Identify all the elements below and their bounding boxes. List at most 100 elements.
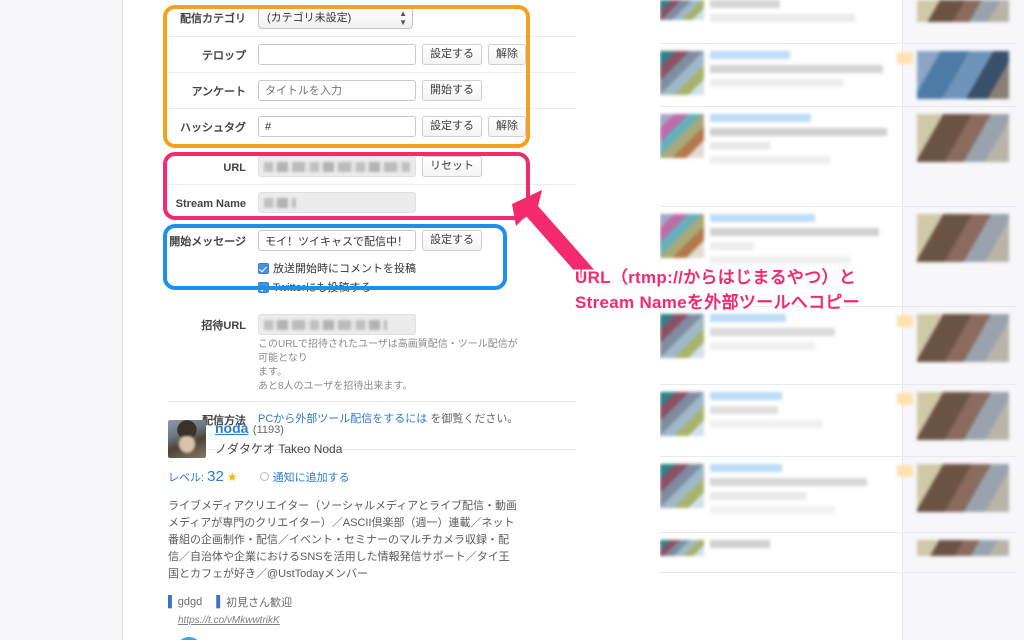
feed-avatar <box>660 0 704 20</box>
rtmp-url-value[interactable] <box>258 156 416 177</box>
feed-avatar <box>660 214 704 258</box>
profile-name-line: noda (1193) <box>215 420 342 438</box>
row-hashtag: ハッシュタグ 設定する 解除 <box>168 108 576 144</box>
profile-short-url[interactable]: https://t.co/vMkwwtrikK <box>178 615 280 626</box>
blurred-text <box>710 156 831 164</box>
feed-thumbnail <box>917 464 1009 512</box>
feed-thumbnail <box>917 114 1009 162</box>
blurred-text <box>710 342 815 350</box>
list-item[interactable] <box>660 307 1017 385</box>
feed-avatar <box>660 540 704 556</box>
hashtag-clear-button[interactable]: 解除 <box>488 116 526 137</box>
feed-badge <box>897 52 913 64</box>
list-item[interactable] <box>660 107 1017 207</box>
feed-thumbnail <box>917 214 1009 262</box>
add-notification-button[interactable]: 通知に追加する <box>259 469 350 485</box>
level-value: 32 <box>207 468 224 485</box>
profile-bio: ライブメディアクリエイター（ソーシャルメディアとライブ配信・動画メディアが専門の… <box>168 500 518 580</box>
avatar[interactable] <box>168 420 206 458</box>
invite-help-line1: このURLで招待されたユーザは高画質配信・ツール配信が可能となり <box>258 339 518 364</box>
recommendation-feed <box>660 0 1017 640</box>
feed-avatar <box>660 314 704 358</box>
checkbox-icon[interactable] <box>258 281 269 293</box>
row-invite-url: 招待URL このURLで招待されたユーザは高画質配信・ツール配信が可能となり ま… <box>168 302 576 401</box>
star-icon: ★ <box>226 470 238 484</box>
profile-tag[interactable]: ▌ 初見さん歓迎 <box>216 594 292 610</box>
profile-tag[interactable]: ▌ gdgd <box>168 596 202 608</box>
label-stream-name: Stream Name <box>175 198 246 210</box>
telop-clear-button[interactable]: 解除 <box>488 44 526 65</box>
label-survey: アンケート <box>191 86 246 98</box>
label-start-message: 開始メッセージ <box>169 236 246 248</box>
blurred-text <box>264 162 410 172</box>
feed-badge <box>897 315 913 327</box>
blurred-text <box>264 320 387 330</box>
plus-circle-icon <box>259 472 269 481</box>
label-hashtag: ハッシュタグ <box>180 122 246 134</box>
blurred-text <box>710 392 783 400</box>
profile-tag-list: ▌ gdgd ▌ 初見さん歓迎 <box>168 594 548 610</box>
telop-set-button[interactable]: 設定する <box>422 44 482 65</box>
feed-avatar <box>660 51 704 95</box>
blurred-text <box>710 142 771 150</box>
flag-icon: ▌ <box>168 596 176 608</box>
feed-thumbnail <box>917 314 1009 362</box>
blurred-text <box>710 214 815 222</box>
url-reset-button[interactable]: リセット <box>422 156 482 177</box>
chevron-updown-icon: ▲ ▼ <box>399 9 407 27</box>
blurred-text <box>710 492 807 500</box>
invite-help-line3: あと8人のユーザを招待出来ます。 <box>258 381 413 392</box>
label-url: URL <box>223 162 246 174</box>
add-notification-label: 通知に追加する <box>272 471 350 484</box>
blurred-text <box>710 128 887 136</box>
page-root: 配信カテゴリ (カテゴリ未設定) ▲ ▼ テロップ 設定する 解除 アンケート … <box>0 0 1024 640</box>
survey-title-input[interactable] <box>258 80 416 101</box>
blurred-text <box>710 328 835 336</box>
blurred-text <box>710 79 843 87</box>
checkbox-post-twitter-label: Twitterにも投稿する <box>273 282 372 294</box>
blurred-text <box>710 506 835 514</box>
profile-user-count: (1193) <box>252 424 284 436</box>
start-message-set-button[interactable]: 設定する <box>422 230 482 251</box>
list-item[interactable] <box>660 385 1017 457</box>
label-invite-url: 招待URL <box>201 320 246 332</box>
hashtag-input[interactable] <box>258 116 416 137</box>
start-message-input[interactable] <box>258 230 416 251</box>
row-category: 配信カテゴリ (カテゴリ未設定) ▲ ▼ <box>168 0 576 36</box>
blurred-text <box>710 114 811 122</box>
feed-thumbnail <box>917 51 1009 99</box>
profile-username[interactable]: noda <box>215 420 248 436</box>
feed-thumbnail <box>917 392 1009 440</box>
category-select[interactable]: (カテゴリ未設定) ▲ ▼ <box>258 7 413 29</box>
profile-tag-label: gdgd <box>177 596 203 608</box>
feed-avatar <box>660 392 704 436</box>
blurred-text <box>710 14 855 22</box>
category-select-value: (カテゴリ未設定) <box>267 12 352 24</box>
feed-thumbnail <box>917 540 1009 556</box>
profile-display-name: ノダタケオ Takeo Noda <box>215 442 343 456</box>
list-item[interactable] <box>660 44 1017 107</box>
list-item[interactable] <box>660 533 1017 573</box>
feed-badge <box>897 465 913 477</box>
stream-name-value[interactable] <box>258 192 416 213</box>
survey-start-button[interactable]: 開始する <box>422 80 482 101</box>
list-item[interactable] <box>660 0 1017 44</box>
list-item[interactable] <box>660 457 1017 533</box>
telop-input[interactable] <box>258 44 416 65</box>
blurred-text <box>710 256 851 264</box>
checkbox-icon[interactable] <box>258 262 269 274</box>
user-profile-block: noda (1193) ノダタケオ Takeo Noda レベル: 32 ★ 通… <box>168 420 548 640</box>
blurred-text <box>710 314 787 322</box>
profile-tag-label: 初見さん歓迎 <box>226 597 293 609</box>
profile-level: レベル: 32 ★ <box>168 468 238 485</box>
hashtag-set-button[interactable]: 設定する <box>422 116 482 137</box>
blurred-text <box>710 228 879 236</box>
blurred-text <box>710 478 867 486</box>
annotation-line-2: Stream Nameを外部ツールへコピー <box>575 293 860 312</box>
feed-thumbnail <box>917 0 1009 22</box>
blurred-text <box>710 0 781 8</box>
blurred-text <box>710 540 771 548</box>
invite-url-value[interactable] <box>258 314 416 335</box>
blurred-text <box>710 420 823 428</box>
label-telop: テロップ <box>202 50 246 62</box>
